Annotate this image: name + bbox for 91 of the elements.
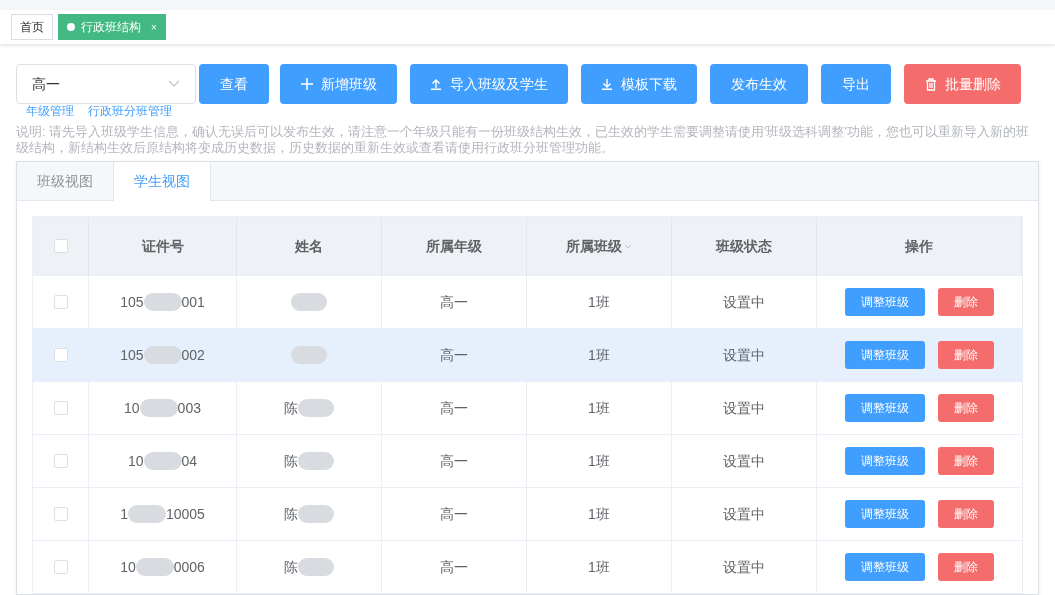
chevron-down-icon	[168, 80, 180, 88]
blurred-block	[298, 399, 334, 417]
table-cell-text: 高一	[440, 451, 468, 471]
blurred-block	[127, 505, 166, 523]
adjust-class-button[interactable]: 调整班级	[845, 341, 925, 369]
sort-caret-icon[interactable]	[624, 243, 632, 249]
adjust-class-button[interactable]: 调整班级	[845, 553, 925, 581]
page-tab[interactable]: 行政班结构 ×	[58, 14, 166, 40]
table-cell-text: 高一	[440, 504, 468, 524]
checkbox[interactable]	[53, 454, 68, 468]
checkbox[interactable]	[53, 239, 68, 253]
delete-button[interactable]: 删除	[938, 500, 994, 528]
table-cell-text: 04	[181, 451, 198, 471]
table-row[interactable]: 10 04 陈 高一 1班 设置中 调整班级 删除	[33, 434, 1022, 487]
trash-icon	[924, 77, 937, 91]
table-row[interactable]: 10 0006 陈 高一 1班 设置中 调整班级 删除	[33, 540, 1022, 593]
table-cell-text: 10	[127, 451, 144, 471]
table-cell-text: 10	[124, 398, 140, 418]
table-cell-text: 设置中	[723, 292, 765, 312]
table-cell-text: 1班	[588, 557, 610, 577]
adjust-class-button[interactable]: 调整班级	[845, 394, 925, 422]
table-cell-text: 1班	[588, 451, 610, 471]
blurred-block	[291, 346, 327, 364]
adjust-class-button[interactable]: 调整班级	[845, 447, 925, 475]
table-cell-text: 设置中	[723, 557, 765, 577]
toolbar-button[interactable]: 发布生效	[710, 64, 808, 104]
blurred-block	[143, 346, 182, 364]
blurred-block	[298, 452, 334, 470]
adjust-class-button[interactable]: 调整班级	[845, 288, 925, 316]
checkbox[interactable]	[53, 560, 68, 574]
blurred-block	[291, 293, 327, 311]
nav-link[interactable]: 行政班分班管理	[88, 104, 172, 118]
table-cell-text: 高一	[440, 292, 468, 312]
checkbox[interactable]	[53, 401, 68, 415]
view-tab[interactable]: 学生视图	[114, 162, 211, 201]
table-cell-text: 1班	[588, 292, 610, 312]
table-cell-text: 高一	[440, 398, 468, 418]
grade-select[interactable]: 高一	[16, 64, 196, 104]
checkbox[interactable]	[53, 507, 68, 521]
toolbar-button[interactable]: 新增班级	[280, 64, 397, 104]
table-cell-text: 10005	[165, 504, 205, 524]
table-cell-text: 1班	[588, 345, 610, 365]
close-icon[interactable]: ×	[151, 19, 157, 35]
table-cell-text: 1	[120, 504, 128, 524]
table-cell-text: 10	[120, 557, 136, 577]
table-cell-text: 设置中	[723, 398, 765, 418]
table-cell-text: 陈	[284, 451, 298, 471]
table-row[interactable]: 1 10005 陈 高一 1班 设置中 调整班级 删除	[33, 487, 1022, 540]
table-cell-text: 003	[177, 398, 201, 418]
table-row[interactable]: 105 002 高一 1班 设置中 调整班级 删除	[33, 328, 1022, 381]
toolbar-button[interactable]: 导出	[821, 64, 891, 104]
table-cell-text: 105	[120, 292, 144, 312]
toolbar-button[interactable]: 模板下载	[581, 64, 697, 104]
delete-button[interactable]: 删除	[938, 447, 994, 475]
delete-button[interactable]: 删除	[938, 553, 994, 581]
download-icon	[601, 78, 613, 90]
table-cell-text: 1班	[588, 504, 610, 524]
checkbox[interactable]	[53, 348, 68, 362]
toolbar-button[interactable]: 批量删除	[904, 64, 1021, 104]
table-cell-text: 设置中	[723, 451, 765, 471]
table-row[interactable]: 10 003 陈 高一 1班 设置中 调整班级 删除	[33, 381, 1022, 434]
page-tab[interactable]: 首页	[11, 14, 53, 40]
table-cell-text: 设置中	[723, 504, 765, 524]
table-cell-text: 002	[181, 345, 205, 365]
table-cell-text: 1班	[588, 398, 610, 418]
blurred-block	[298, 505, 334, 523]
table-cell-text: 0006	[173, 557, 205, 577]
toolbar-button[interactable]: 查看	[199, 64, 269, 104]
checkbox[interactable]	[53, 295, 68, 309]
table-cell-text: 陈	[284, 504, 298, 524]
adjust-class-button[interactable]: 调整班级	[845, 500, 925, 528]
blurred-block	[135, 558, 174, 576]
table-cell-text: 设置中	[723, 345, 765, 365]
table-cell-text: 001	[181, 292, 205, 312]
plus-icon	[300, 78, 313, 90]
table-row[interactable]: 105 001 高一 1班 设置中 调整班级 删除	[33, 275, 1022, 328]
table-cell-text: 高一	[440, 557, 468, 577]
blurred-block	[139, 399, 178, 417]
blurred-block	[298, 558, 334, 576]
blurred-block	[143, 293, 182, 311]
table-cell-text: 陈	[284, 557, 298, 577]
table-cell-text: 陈	[284, 398, 298, 418]
table-cell-text: 105	[120, 345, 144, 365]
upload-icon	[430, 78, 442, 90]
table-cell-text: 高一	[440, 345, 468, 365]
delete-button[interactable]: 删除	[938, 288, 994, 316]
blurred-block	[143, 452, 182, 470]
delete-button[interactable]: 删除	[938, 341, 994, 369]
delete-button[interactable]: 删除	[938, 394, 994, 422]
nav-link[interactable]: 年级管理	[26, 104, 74, 118]
toolbar-button[interactable]: 导入班级及学生	[410, 64, 568, 104]
